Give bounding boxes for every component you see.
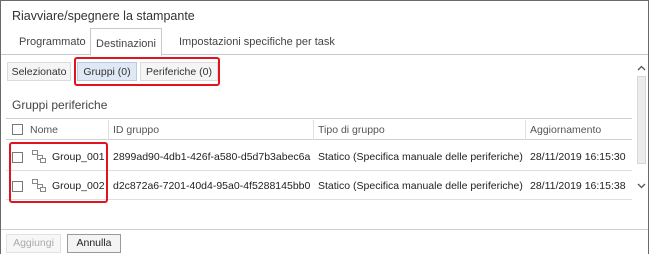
add-button[interactable]: Aggiungi (6, 234, 61, 253)
row-checkbox[interactable] (12, 152, 23, 163)
group-id: d2c872a6-7201-40d4-95a0-4f5288145bb0 (113, 180, 311, 192)
scroll-track[interactable] (637, 76, 646, 164)
group-updated: 28/11/2019 16:15:38 (530, 180, 626, 192)
column-header-aggiornamento[interactable]: Aggiornamento (530, 124, 601, 136)
tab-impostazioni-specifiche[interactable]: Impostazioni specifiche per task (179, 35, 335, 55)
table-row[interactable]: Group_002 d2c872a6-7201-40d4-95a0-4f5288… (6, 172, 632, 200)
column-header-tipo-gruppo[interactable]: Tipo di gruppo (318, 124, 385, 136)
dialog-window: Riavviare/spegnere la stampante Programm… (0, 0, 649, 254)
select-all-checkbox[interactable] (12, 124, 23, 135)
cancel-button[interactable]: Annulla (67, 234, 121, 253)
group-icon (32, 179, 46, 192)
table-row[interactable]: Group_001 2899ad90-4db1-426f-a580-d5d7b3… (6, 143, 632, 171)
footer-bar: Aggiungi Annulla (1, 229, 648, 254)
section-title: Gruppi periferiche (12, 98, 108, 112)
group-name: Group_001 (52, 151, 105, 163)
table-header: Nome ID gruppo Tipo di gruppo Aggiorname… (6, 120, 632, 140)
chevron-down-icon[interactable] (635, 180, 648, 192)
column-separator (108, 120, 109, 140)
group-type: Statico (Specifica manuale delle perifer… (318, 180, 523, 192)
tab-destinazioni[interactable]: Destinazioni (90, 28, 162, 56)
tab-programmato[interactable]: Programmato (19, 35, 86, 55)
column-header-id-gruppo[interactable]: ID gruppo (113, 124, 159, 136)
group-id: 2899ad90-4db1-426f-a580-d5d7b3abec6a (113, 151, 311, 163)
chevron-up-icon[interactable] (635, 62, 648, 74)
column-separator (313, 120, 314, 140)
column-header-nome[interactable]: Nome (30, 124, 58, 136)
group-updated: 28/11/2019 16:15:30 (530, 151, 626, 163)
group-icon (32, 150, 46, 163)
group-name: Group_002 (52, 180, 105, 192)
row-checkbox[interactable] (12, 181, 23, 192)
tab-bar: Programmato Destinazioni Impostazioni sp… (1, 28, 648, 56)
content-area: Gruppi periferiche Nome ID gruppo Tipo d… (2, 56, 639, 229)
vertical-scrollbar[interactable] (635, 56, 649, 201)
divider (6, 118, 632, 119)
group-type: Statico (Specifica manuale delle perifer… (318, 151, 523, 163)
column-separator (525, 120, 526, 140)
window-title: Riavviare/spegnere la stampante (12, 9, 195, 23)
